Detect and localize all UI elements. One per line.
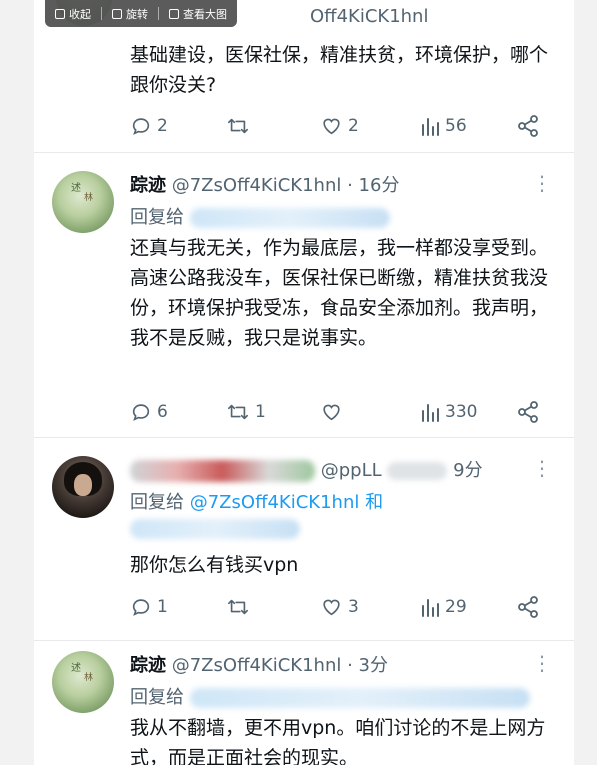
reply-button[interactable]: 2 — [130, 112, 168, 140]
image-viewer-toolbar: 收起 旋转 查看大图 — [45, 0, 237, 27]
reply-context: 回复给 @7ZsOff4KiCK1hnl 和 — [130, 488, 383, 514]
reply-count: 2 — [157, 116, 168, 136]
like-button[interactable] — [320, 398, 348, 426]
author-handle[interactable]: @ppLL — [321, 460, 382, 481]
tweet-time[interactable]: · 3分 — [347, 655, 388, 676]
views-button[interactable]: 56 — [420, 112, 467, 140]
reply-icon — [132, 118, 150, 135]
tweet-item[interactable]: 述 林 踪迹 @7ZsOff4KiCK1hnl · 3分 ⋮ 回复给 我从不翻墙… — [34, 641, 574, 765]
share-icon — [518, 401, 538, 423]
tweet-text: 还真与我无关，作为最底层，我一样都没享受到。高速公路我没车，医保社保已断缴，精准… — [130, 237, 549, 349]
redacted-display-name — [130, 460, 315, 482]
avatar-glyph: 林 — [84, 193, 94, 203]
tweet-header: 踪迹 @7ZsOff4KiCK1hnl · 3分 — [130, 651, 388, 677]
views-button[interactable]: 330 — [420, 398, 477, 426]
author-name[interactable]: 踪迹 — [130, 175, 166, 196]
retweet-icon — [228, 404, 248, 420]
views-icon — [422, 118, 439, 136]
author-handle[interactable]: @7ZsOff4KiCK1hnl — [172, 175, 342, 196]
author-handle[interactable]: Off4KiCK1hnl — [310, 6, 428, 27]
view-count: 330 — [445, 402, 478, 422]
avatar-glyph: 林 — [84, 673, 94, 683]
like-button[interactable]: 3 — [320, 593, 359, 621]
heart-icon — [323, 599, 340, 616]
tweet-actions: 6 1 330 — [130, 398, 550, 426]
reply-context-cont — [130, 518, 300, 539]
rotate-button[interactable]: 旋转 — [112, 6, 148, 22]
toolbar-divider — [101, 7, 102, 20]
avatar-glyph: 述 — [71, 183, 81, 194]
views-button[interactable]: 29 — [420, 593, 467, 621]
views-icon — [422, 404, 439, 422]
share-button[interactable] — [516, 398, 540, 426]
tweet-actions: 2 2 56 — [130, 112, 550, 140]
tweet-time[interactable]: · 16分 — [347, 175, 399, 196]
image-icon — [169, 8, 179, 19]
tweet-item[interactable]: @ppLL 9分 ⋮ 回复给 @7ZsOff4KiCK1hnl 和 那你怎么有钱… — [34, 438, 574, 640]
view-large-button[interactable]: 查看大图 — [169, 6, 227, 22]
view-count: 56 — [445, 116, 467, 136]
author-handle[interactable]: @7ZsOff4KiCK1hnl — [172, 655, 342, 676]
share-icon — [518, 596, 538, 618]
collapse-button[interactable]: 收起 — [55, 6, 91, 22]
reply-context: 回复给 — [130, 683, 530, 709]
tweet-header: @ppLL 9分 — [130, 456, 483, 482]
retweet-button[interactable] — [226, 112, 255, 140]
like-button[interactable]: 2 — [320, 112, 359, 140]
collapse-label: 收起 — [69, 7, 91, 21]
tweet-time[interactable]: 9分 — [453, 460, 482, 481]
avatar[interactable]: 述 林 — [52, 651, 114, 713]
heart-icon — [323, 404, 340, 421]
reply-icon — [132, 599, 150, 616]
tweet-header: 踪迹 @7ZsOff4KiCK1hnl · 16分 — [130, 171, 399, 197]
view-count: 29 — [445, 597, 467, 617]
tweet-text: 那你怎么有钱买vpn — [130, 554, 299, 576]
view-large-label: 查看大图 — [183, 7, 227, 21]
more-options-icon[interactable]: ⋮ — [532, 458, 552, 478]
reply-count: 1 — [157, 597, 168, 617]
redacted-mention — [189, 208, 390, 228]
tweet-thread: Off4KiCK1hnl 基础建设，医保社保，精准扶贫，环境保护，哪个跟你没关?… — [34, 0, 574, 765]
share-icon — [518, 115, 538, 137]
like-count: 2 — [348, 116, 359, 136]
share-button[interactable] — [516, 112, 540, 140]
reply-icon — [132, 404, 150, 421]
retweet-icon — [228, 118, 248, 134]
reply-count: 6 — [157, 402, 168, 422]
avatar[interactable] — [52, 456, 114, 518]
avatar-face — [74, 474, 92, 496]
reply-prefix: 回复给 — [130, 687, 184, 708]
redacted-mention — [130, 519, 300, 539]
reply-mention[interactable]: @7ZsOff4KiCK1hnl — [190, 492, 360, 513]
retweet-icon — [228, 599, 248, 615]
more-options-icon[interactable]: ⋮ — [532, 173, 552, 193]
reply-and: 和 — [365, 492, 384, 513]
reply-prefix: 回复给 — [130, 492, 184, 513]
author-name[interactable]: 踪迹 — [130, 655, 166, 676]
reply-button[interactable]: 1 — [130, 593, 168, 621]
reply-prefix: 回复给 — [130, 207, 184, 228]
redacted-handle — [387, 462, 448, 480]
avatar[interactable]: 述 林 — [52, 171, 114, 233]
retweet-count: 1 — [255, 402, 266, 422]
tweet-text: 基础建设，医保社保，精准扶贫，环境保护，哪个跟你没关? — [130, 44, 549, 96]
rotate-label: 旋转 — [126, 7, 148, 21]
avatar-glyph: 述 — [71, 663, 81, 674]
rotate-icon — [112, 8, 122, 19]
tweet-item[interactable]: 述 林 踪迹 @7ZsOff4KiCK1hnl · 16分 ⋮ 回复给 还真与我… — [34, 153, 574, 437]
collapse-icon — [55, 8, 65, 19]
toolbar-divider — [158, 7, 159, 20]
heart-icon — [323, 118, 340, 135]
share-button[interactable] — [516, 593, 540, 621]
retweet-button[interactable] — [226, 593, 255, 621]
reply-button[interactable]: 6 — [130, 398, 168, 426]
more-options-icon[interactable]: ⋮ — [532, 653, 552, 673]
tweet-text: 我从不翻墙，更不用vpn。咱们讨论的不是上网方式，而是正面社会的现实。 — [130, 717, 546, 765]
like-count: 3 — [348, 597, 359, 617]
tweet-actions: 1 3 29 — [130, 593, 550, 621]
retweet-button[interactable]: 1 — [226, 398, 266, 426]
reply-context: 回复给 — [130, 203, 390, 229]
redacted-mention — [189, 688, 530, 708]
views-icon — [422, 599, 439, 617]
